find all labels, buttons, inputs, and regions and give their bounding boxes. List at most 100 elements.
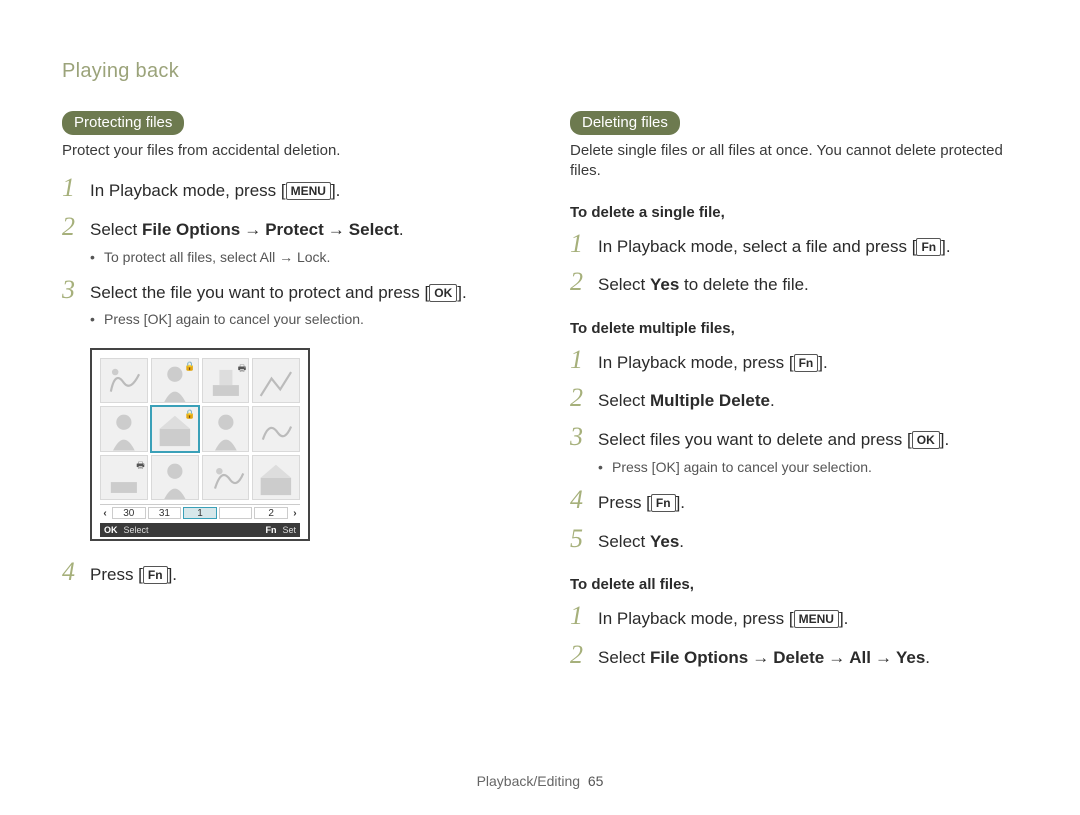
thumb-cell <box>100 406 148 451</box>
print-icon: 🖶 <box>238 361 247 377</box>
arrow-icon: → <box>871 648 896 667</box>
thumb-cell: 🖶 <box>202 358 250 403</box>
page-footer: Playback/Editing 65 <box>0 773 1080 789</box>
protecting-files-pill: Protecting files <box>62 111 184 135</box>
section-header: Playing back <box>62 60 1018 83</box>
preview-frame: 🔒 🖶 🔒 🖶 ‹ 30 <box>90 348 310 541</box>
ok-button-icon: OK <box>656 459 676 475</box>
step-text: Select File Options→Protect→Select. <box>90 218 404 243</box>
step-number: 4 <box>570 487 598 513</box>
arrow-icon: → <box>824 648 849 667</box>
film-slot-selected: 1 <box>183 507 217 519</box>
text: ]. <box>839 609 848 628</box>
delete-multi-head: To delete multiple files, <box>570 320 1018 337</box>
thumb-cell <box>252 455 300 500</box>
text: Select the file you want to protect and … <box>90 283 429 302</box>
ok-button-icon: OK <box>429 284 457 302</box>
fn-button-icon: Fn <box>143 566 168 584</box>
delete-all-step-1: 1 In Playback mode, press [MENU]. <box>570 603 1018 632</box>
page-number: 65 <box>588 773 604 789</box>
step-text: Press [Fn]. <box>90 563 177 588</box>
text: . <box>399 220 404 239</box>
text: ]. <box>457 283 466 302</box>
step-number: 2 <box>570 642 598 668</box>
thumb-cell: 🖶 <box>100 455 148 500</box>
right-column: Deleting files Delete single files or al… <box>570 111 1018 671</box>
step-text: Select the file you want to protect and … <box>90 281 467 306</box>
bold-text: File Options <box>142 220 240 239</box>
fn-label: Fn <box>265 525 276 535</box>
text: Select <box>598 648 650 667</box>
arrow-icon: → <box>324 220 349 239</box>
step-number: 1 <box>570 347 598 373</box>
text: In Playback mode, press [ <box>598 353 794 372</box>
fn-button-icon: Fn <box>651 494 676 512</box>
step-text: Select files you want to delete and pres… <box>598 428 949 453</box>
text: In Playback mode, select a file and pres… <box>598 237 916 256</box>
text: ] again to cancel your selection. <box>168 311 364 327</box>
step-number: 1 <box>570 231 598 257</box>
thumb-cell <box>202 455 250 500</box>
film-slot: 30 <box>112 507 146 519</box>
protecting-intro: Protect your files from accidental delet… <box>62 141 510 161</box>
step-number: 2 <box>62 214 90 240</box>
delete-single-step-2: 2 Select Yes to delete the file. <box>570 269 1018 298</box>
text: ]. <box>818 353 827 372</box>
bold-text: Multiple Delete <box>650 391 770 410</box>
bold-text: Delete <box>773 648 824 667</box>
step-text: Select Yes to delete the file. <box>598 273 809 298</box>
arrow-icon: → <box>748 648 773 667</box>
protect-step-1: 1 In Playback mode, press [MENU]. <box>62 175 510 204</box>
text: Select files you want to delete and pres… <box>598 430 912 449</box>
chevron-left-icon: ‹ <box>100 508 110 519</box>
text: ] again to cancel your selection. <box>676 459 872 475</box>
bold-text: Select <box>349 220 399 239</box>
delete-all-step-2: 2 Select File Options→Delete→All→Yes. <box>570 642 1018 671</box>
text: ]. <box>168 565 177 584</box>
chevron-right-icon: › <box>290 508 300 519</box>
sub-bullet: Press [OK] again to cancel your selectio… <box>90 309 510 329</box>
protect-step-4: 4 Press [Fn]. <box>62 559 510 588</box>
protect-step-2-sub: To protect all files, select All → Lock. <box>90 247 510 267</box>
step-text: In Playback mode, press [MENU]. <box>598 607 848 632</box>
text: Select <box>90 220 142 239</box>
step-text: Press [Fn]. <box>598 491 685 516</box>
delete-all-head: To delete all files, <box>570 576 1018 593</box>
ok-button-icon: OK <box>148 311 168 327</box>
fn-action: Set <box>282 525 296 535</box>
thumbnail-preview: 🔒 🖶 🔒 🖶 ‹ 30 <box>90 348 310 541</box>
step-number: 2 <box>570 385 598 411</box>
deleting-intro: Delete single files or all files at once… <box>570 141 1018 182</box>
step-number: 3 <box>62 277 90 303</box>
protect-step-3: 3 Select the file you want to protect an… <box>62 277 510 306</box>
manual-page: Playing back Protecting files Protect yo… <box>0 0 1080 815</box>
filmstrip-row: ‹ 30 31 1 2 › <box>100 504 300 523</box>
delete-multi-step-4: 4 Press [Fn]. <box>570 487 1018 516</box>
print-icon: 🖶 <box>136 458 145 474</box>
delete-single-step-1: 1 In Playback mode, select a file and pr… <box>570 231 1018 260</box>
step-number: 2 <box>570 269 598 295</box>
sub-bullet: Press [OK] again to cancel your selectio… <box>598 457 1018 477</box>
bold-text: Yes <box>650 532 679 551</box>
thumb-cell <box>252 358 300 403</box>
text: Press [ <box>90 565 143 584</box>
text: Select <box>598 391 650 410</box>
text: to delete the file. <box>679 275 808 294</box>
text: . <box>925 648 930 667</box>
thumb-cell <box>151 455 199 500</box>
delete-multi-step-3: 3 Select files you want to delete and pr… <box>570 424 1018 453</box>
protect-step-2: 2 Select File Options→Protect→Select. <box>62 214 510 243</box>
text: Select <box>598 275 650 294</box>
deleting-files-pill: Deleting files <box>570 111 680 135</box>
delete-multi-step-1: 1 In Playback mode, press [Fn]. <box>570 347 1018 376</box>
text: Press [ <box>598 493 651 512</box>
bold-text: Yes <box>896 648 925 667</box>
step-number: 3 <box>570 424 598 450</box>
step-number: 4 <box>62 559 90 585</box>
fn-button-icon: Fn <box>916 238 941 256</box>
bold-text: File Options <box>650 648 748 667</box>
text: . <box>679 532 684 551</box>
film-slot: 2 <box>254 507 288 519</box>
thumb-cell <box>202 406 250 451</box>
step-text: In Playback mode, press [MENU]. <box>90 179 340 204</box>
